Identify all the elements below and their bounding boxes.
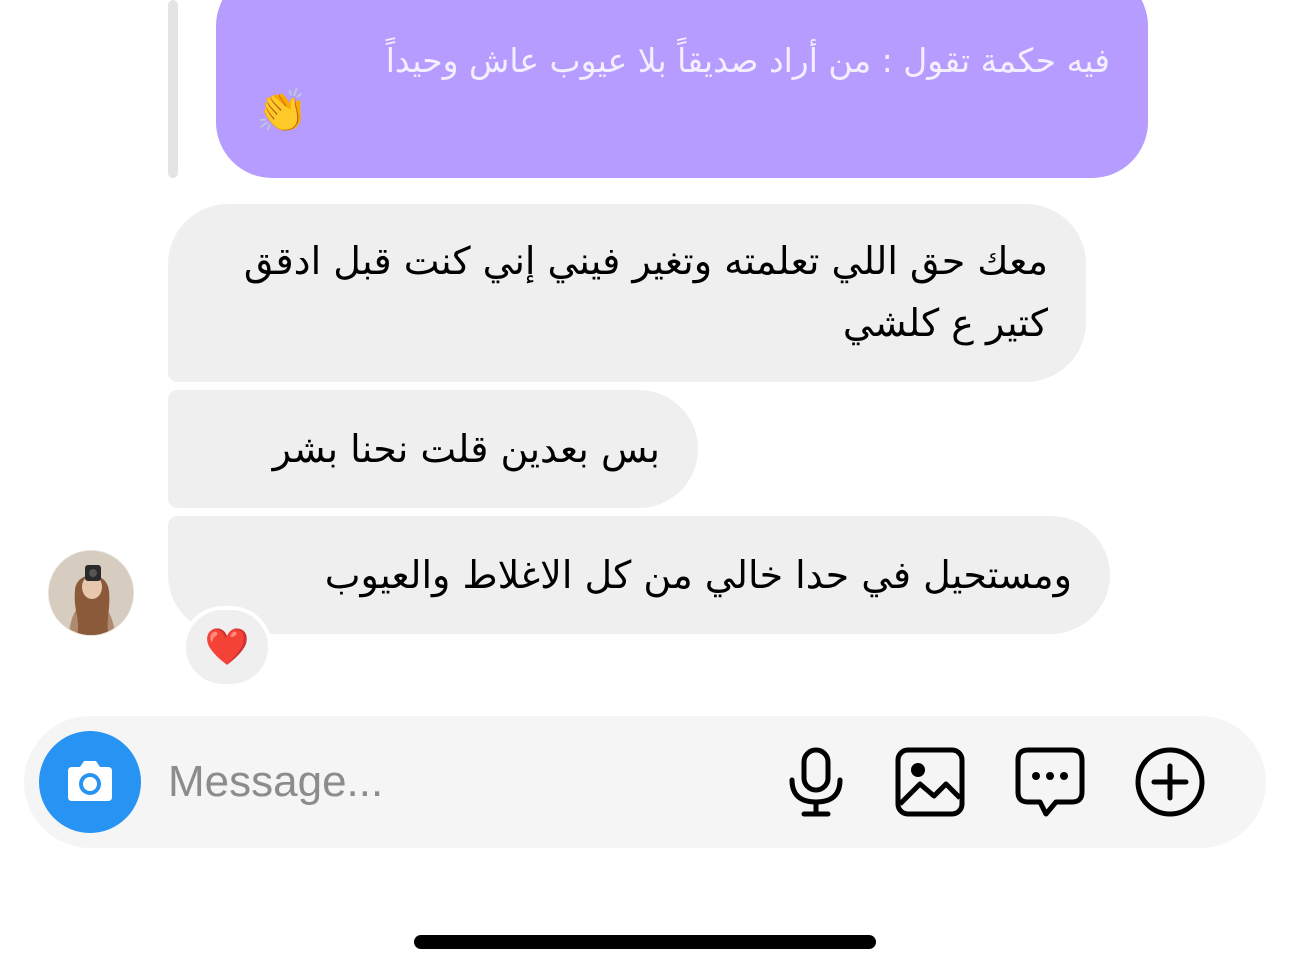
message-composer <box>24 716 1266 848</box>
gallery-icon <box>895 747 965 817</box>
clapping-hands-emoji: 👏 <box>256 86 309 135</box>
home-indicator[interactable] <box>414 935 876 949</box>
heart-reaction[interactable]: ❤️ <box>182 606 272 688</box>
message-bubble[interactable]: معك حق اللي تعلمته وتغير فيني إني كنت قب… <box>168 204 1086 382</box>
sticker-button[interactable] <box>1012 744 1088 820</box>
voice-message-button[interactable] <box>778 744 854 820</box>
replied-message-text: فيه حكمة تقول : من أراد صديقاً بلا عيوب … <box>385 41 1110 80</box>
microphone-icon <box>789 747 843 817</box>
plus-icon <box>1135 747 1205 817</box>
more-options-button[interactable] <box>1132 744 1208 820</box>
replied-message-bubble[interactable]: فيه حكمة تقول : من أراد صديقاً بلا عيوب … <box>216 0 1148 178</box>
sender-avatar[interactable] <box>48 550 134 636</box>
dm-conversation-screen: فيه حكمة تقول : من أراد صديقاً بلا عيوب … <box>0 0 1290 974</box>
gallery-button[interactable] <box>892 744 968 820</box>
message-input[interactable] <box>168 746 748 818</box>
reply-indicator-bar <box>168 0 178 178</box>
camera-icon <box>68 761 112 801</box>
message-bubble[interactable]: بس بعدين قلت نحنا بشر <box>168 390 698 508</box>
sticker-icon <box>1015 747 1085 817</box>
message-bubble[interactable]: ومستحيل في حدا خالي من كل الاغلاط والعيو… <box>168 516 1110 634</box>
avatar-photo <box>49 551 133 635</box>
camera-button[interactable] <box>39 731 141 833</box>
